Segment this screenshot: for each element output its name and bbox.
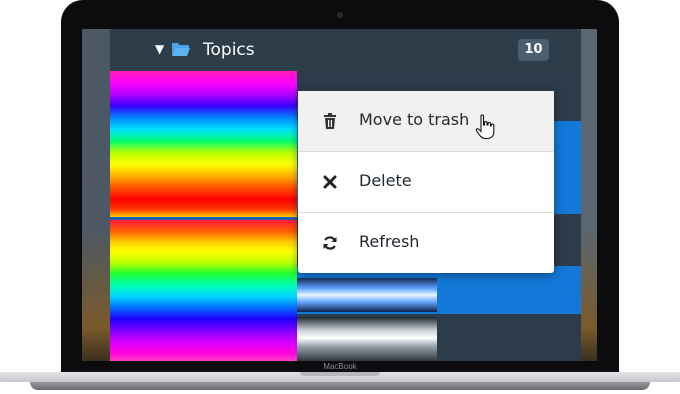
base-notch	[300, 372, 380, 376]
menu-item-delete[interactable]: Delete	[298, 152, 554, 212]
page-title: Topics	[203, 40, 255, 60]
thumbnail-rainbow-top[interactable]	[110, 71, 297, 217]
menu-item-refresh[interactable]: Refresh	[298, 213, 554, 273]
background-window-right	[581, 29, 597, 361]
trash-icon	[324, 113, 336, 129]
thumbnail-chrome-blue[interactable]	[297, 278, 437, 312]
menu-item-label: Move to trash	[359, 110, 470, 129]
context-menu: Move to trash Delete Refresh	[298, 91, 554, 273]
brand-label: MacBook	[323, 362, 357, 371]
menu-item-label: Refresh	[359, 232, 420, 251]
hand-pointer-icon	[475, 114, 495, 140]
caret-down-icon[interactable]: ▼	[155, 42, 164, 56]
background-window-left	[82, 29, 110, 361]
close-icon	[323, 175, 337, 189]
refresh-icon	[323, 236, 337, 250]
laptop-base	[0, 372, 680, 394]
camera	[337, 12, 343, 18]
menu-item-label: Delete	[359, 171, 412, 190]
menu-item-move-to-trash[interactable]: Move to trash	[298, 91, 554, 151]
base-bottom	[30, 382, 650, 390]
thumbnail-rainbow-bottom[interactable]	[110, 220, 297, 361]
topics-header[interactable]: ▼ Topics 10	[110, 29, 581, 71]
folder-open-icon	[172, 43, 190, 56]
thumbnail-chrome-silver[interactable]	[297, 317, 437, 361]
count-badge: 10	[518, 39, 549, 61]
